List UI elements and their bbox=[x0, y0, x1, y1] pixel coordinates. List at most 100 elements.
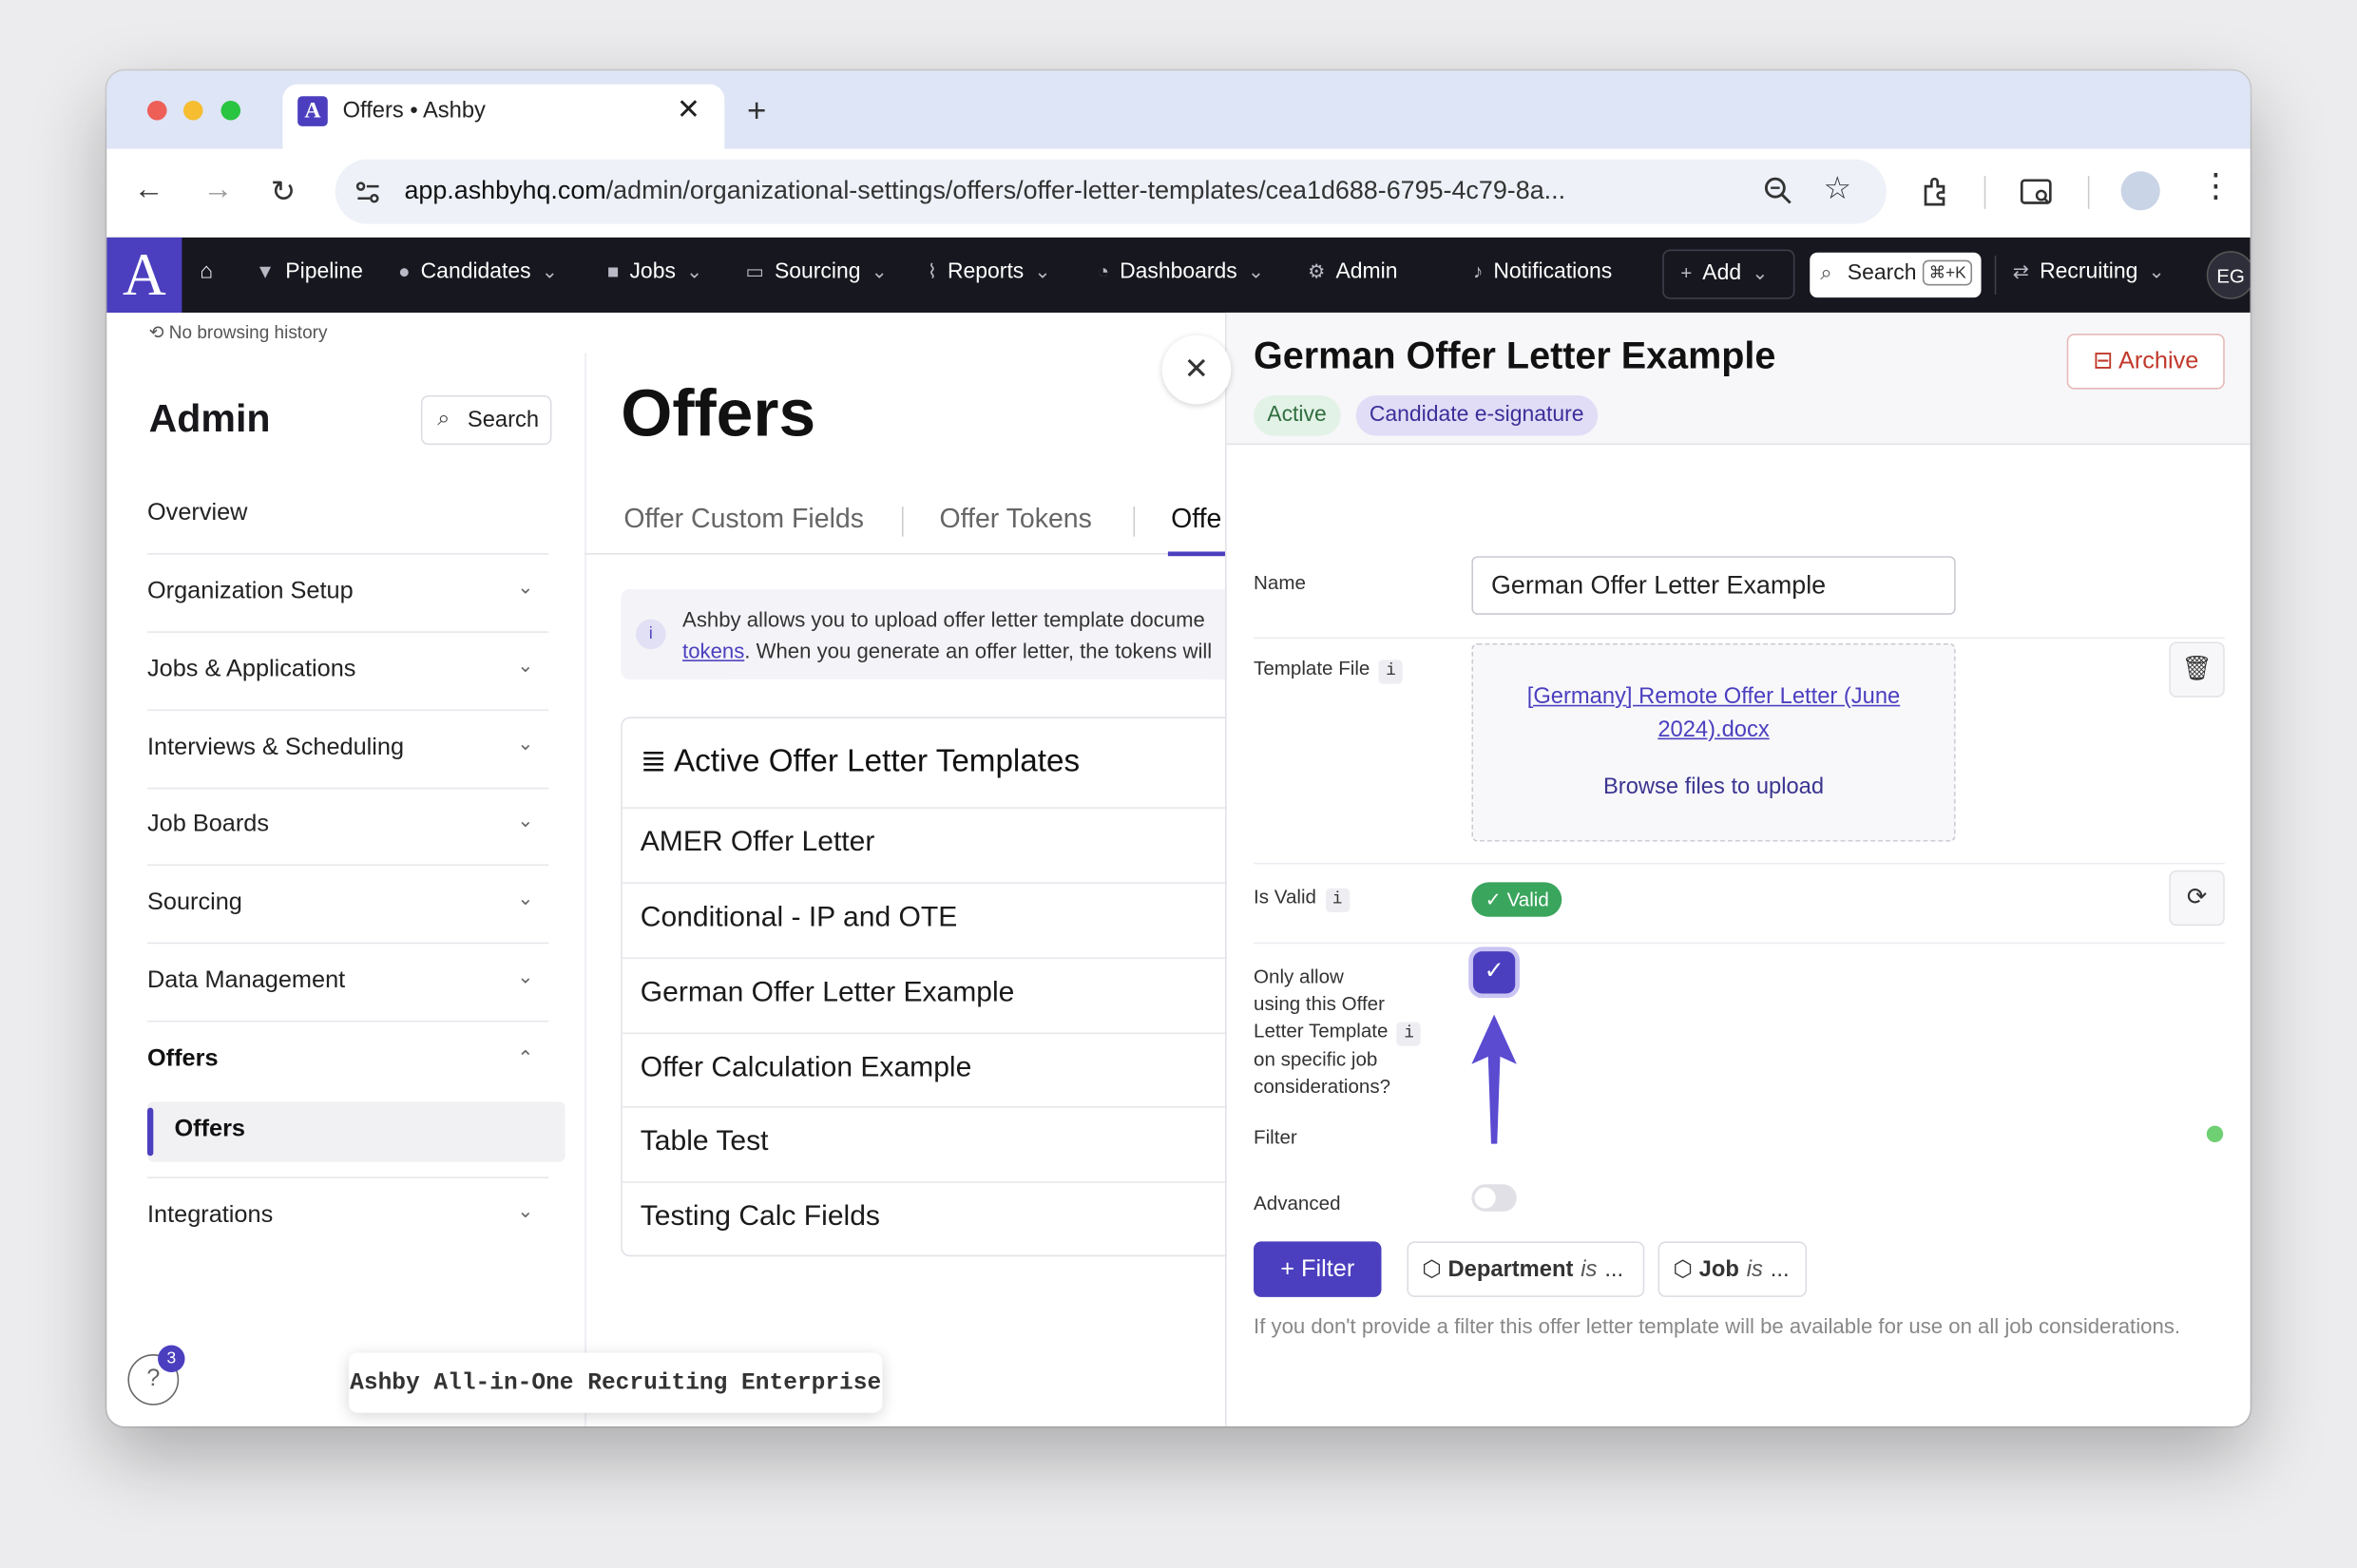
list-item[interactable]: Table Test bbox=[622, 1106, 1236, 1181]
toolbar-divider bbox=[1983, 176, 1986, 209]
status-badge: Active bbox=[1254, 394, 1340, 436]
filter-icon: ▼ bbox=[255, 259, 276, 283]
site-settings-icon[interactable] bbox=[354, 178, 384, 208]
browse-files-link[interactable]: Browse files to upload bbox=[1473, 774, 1954, 800]
help-badge: 3 bbox=[158, 1345, 185, 1373]
trash-icon: 🗑 bbox=[2181, 657, 2213, 683]
chart-icon: ⌇ bbox=[927, 259, 937, 283]
browsing-history[interactable]: ⟲ No browsing history bbox=[149, 321, 328, 342]
sidebar-item-interviews-scheduling[interactable]: Interviews & Scheduling ⌄ bbox=[146, 711, 549, 790]
card-title: ≣ Active Offer Letter Templates bbox=[640, 743, 1081, 779]
sidebar-search-button[interactable]: ⌕ Search bbox=[420, 394, 552, 446]
bookmark-star-icon[interactable]: ☆ bbox=[1823, 170, 1851, 208]
maximize-window-icon[interactable] bbox=[220, 100, 241, 121]
tabs-baseline bbox=[584, 553, 1227, 555]
search-icon: ⌕ bbox=[437, 406, 450, 431]
browser-menu-icon[interactable]: ⋮ bbox=[2199, 169, 2232, 203]
list-item[interactable]: AMER Offer Letter bbox=[622, 807, 1236, 882]
global-search[interactable]: ⌕ Search ⌘+K bbox=[1810, 252, 1982, 298]
screenshot-stage: A Offers • Ashby ✕ + ← → ↻ app.ashbyhq.c… bbox=[0, 0, 2357, 1568]
delete-file-button[interactable]: 🗑 bbox=[2169, 641, 2225, 698]
sidebar-item-jobs-applications[interactable]: Jobs & Applications ⌄ bbox=[146, 633, 549, 712]
close-window-icon[interactable] bbox=[146, 100, 167, 121]
chevron-down-icon: ⌄ bbox=[517, 1199, 534, 1222]
only-allow-checkbox[interactable]: ✓ bbox=[1472, 951, 1516, 994]
sidebar-item-organization-setup[interactable]: Organization Setup ⌄ bbox=[146, 555, 549, 633]
user-avatar[interactable]: EG bbox=[2206, 251, 2251, 299]
cube-icon: ⬡ bbox=[1422, 1256, 1442, 1283]
extensions-icon[interactable] bbox=[1921, 176, 1954, 209]
address-bar[interactable]: app.ashbyhq.com/admin/organizational-set… bbox=[335, 159, 1887, 224]
reload-icon[interactable]: ↻ bbox=[271, 173, 297, 211]
nav-notifications[interactable]: ♪ Notifications bbox=[1473, 260, 1612, 284]
close-icon: ✕ bbox=[1183, 353, 1210, 387]
filter-hint: If you don't provide a filter this offer… bbox=[1254, 1313, 2180, 1338]
new-tab-icon[interactable]: + bbox=[747, 91, 766, 130]
list-item[interactable]: Conditional - IP and OTE bbox=[622, 882, 1236, 957]
recruiting-switcher[interactable]: ⇄ Recruiting ⌄ bbox=[2013, 260, 2165, 284]
chevron-up-icon: ⌃ bbox=[517, 1045, 534, 1069]
sidebar-item-job-boards[interactable]: Job Boards ⌄ bbox=[146, 788, 549, 867]
divider bbox=[1254, 637, 2225, 640]
sidebar-item-offers[interactable]: Offers ⌃ bbox=[147, 1022, 548, 1100]
advanced-label: Advanced bbox=[1254, 1192, 1341, 1214]
list-icon: ≣ bbox=[640, 743, 667, 779]
only-allow-label: Only allow using this Offer Letter Templ… bbox=[1254, 964, 1422, 1100]
nav-dashboards[interactable]: ◔ Dashboards ⌄ bbox=[1098, 260, 1265, 284]
close-tab-icon[interactable]: ✕ bbox=[677, 93, 700, 127]
nav-sourcing[interactable]: ▭ Sourcing ⌄ bbox=[745, 260, 887, 284]
browser-tab[interactable]: A Offers • Ashby ✕ bbox=[282, 84, 725, 149]
plan-label: Ashby All-in-One Recruiting Enterprise bbox=[348, 1352, 883, 1413]
sidebar-item-data-management[interactable]: Data Management ⌄ bbox=[146, 944, 549, 1023]
add-button[interactable]: + Add ⌄ bbox=[1662, 249, 1795, 299]
sidebar-item-overview[interactable]: Overview bbox=[146, 476, 549, 555]
template-file-link[interactable]: [Germany] Remote Offer Letter (June 2024… bbox=[1504, 680, 1925, 747]
nav-jobs[interactable]: ■ Jobs ⌄ bbox=[607, 260, 702, 284]
list-item[interactable]: German Offer Letter Example bbox=[622, 957, 1236, 1032]
plus-icon: + bbox=[1680, 261, 1693, 284]
nav-admin[interactable]: ⚙ Admin bbox=[1308, 260, 1398, 284]
list-item[interactable]: Offer Calculation Example bbox=[622, 1032, 1236, 1108]
tab-offer-tokens[interactable]: Offer Tokens bbox=[939, 504, 1091, 535]
tokens-link[interactable]: tokens bbox=[682, 639, 744, 662]
chevron-down-icon: ⌄ bbox=[517, 965, 534, 988]
info-icon: i bbox=[1325, 888, 1350, 913]
close-panel-button[interactable]: ✕ bbox=[1161, 335, 1232, 405]
refresh-validation-button[interactable]: ⟳ bbox=[2169, 870, 2225, 927]
sidebar-subitem-offers[interactable]: Offers bbox=[146, 1101, 565, 1162]
minimize-window-icon[interactable] bbox=[182, 100, 203, 121]
name-field[interactable]: German Offer Letter Example bbox=[1471, 556, 1956, 615]
nav-pipeline[interactable]: ▼ Pipeline bbox=[256, 260, 363, 284]
zoom-icon[interactable] bbox=[1763, 176, 1793, 206]
history-icon: ⟲ bbox=[148, 321, 164, 343]
file-dropzone[interactable]: [Germany] Remote Offer Letter (June 2024… bbox=[1471, 642, 1956, 842]
name-label: Name bbox=[1254, 571, 1306, 594]
tab-search-icon[interactable] bbox=[2019, 176, 2055, 209]
arrow-up-icon bbox=[1471, 1014, 1517, 1144]
sidebar-item-integrations[interactable]: Integrations ⌄ bbox=[146, 1176, 549, 1254]
sidebar-item-sourcing[interactable]: Sourcing ⌄ bbox=[146, 866, 549, 945]
list-item[interactable]: Testing Calc Fields bbox=[622, 1181, 1236, 1254]
department-filter-tag[interactable]: ⬡ Department is... bbox=[1407, 1241, 1645, 1297]
valid-badge: ✓ Valid bbox=[1471, 882, 1563, 917]
forward-icon[interactable]: → bbox=[203, 173, 234, 207]
template-file-label: Template File i bbox=[1254, 656, 1404, 684]
ashby-favicon-icon: A bbox=[297, 96, 328, 126]
info-icon: i bbox=[636, 619, 666, 650]
job-filter-tag[interactable]: ⬡ Job is... bbox=[1658, 1241, 1808, 1297]
nav-reports[interactable]: ⌇ Reports ⌄ bbox=[928, 260, 1051, 284]
add-filter-button[interactable]: + Filter bbox=[1254, 1241, 1382, 1297]
ashby-logo[interactable]: A bbox=[106, 237, 182, 313]
info-icon: i bbox=[1378, 660, 1404, 684]
status-dot-icon bbox=[2206, 1125, 2224, 1143]
archive-button[interactable]: ⊟ Archive bbox=[2066, 334, 2225, 390]
back-icon[interactable]: ← bbox=[134, 173, 164, 207]
nav-candidates[interactable]: ● Candidates ⌄ bbox=[398, 260, 558, 284]
tab-offer-letter-templates[interactable]: Offe bbox=[1171, 504, 1221, 535]
selected-indicator bbox=[146, 1107, 154, 1157]
tab-offer-custom-fields[interactable]: Offer Custom Fields bbox=[623, 504, 864, 535]
home-icon[interactable]: ⌂ bbox=[200, 260, 213, 284]
profile-avatar[interactable] bbox=[2120, 171, 2160, 211]
advanced-toggle[interactable] bbox=[1471, 1184, 1517, 1212]
chevron-down-icon: ⌄ bbox=[1752, 261, 1769, 284]
